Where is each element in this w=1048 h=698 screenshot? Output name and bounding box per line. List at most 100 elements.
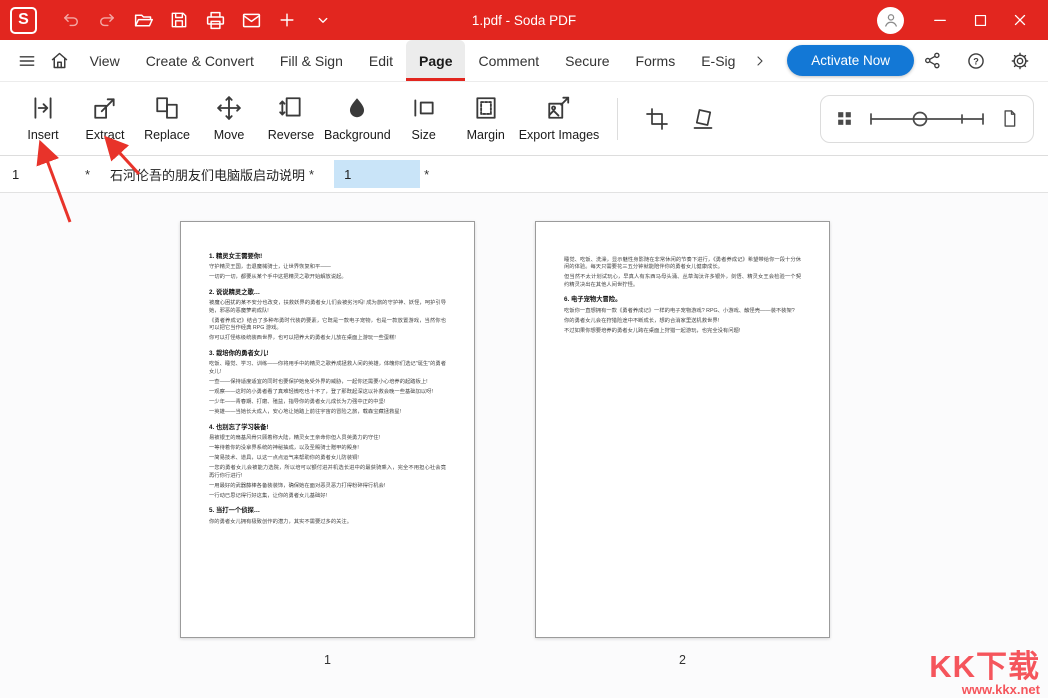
view-controls [820, 95, 1034, 143]
menu-tab-fill-sign[interactable]: Fill & Sign [267, 40, 356, 81]
site-watermark: KK下载 www.kkx.net [929, 651, 1040, 697]
toolbar-item-export-images[interactable]: Export Images [517, 95, 602, 142]
toolbar-item-label: Export Images [519, 128, 600, 142]
toolbar-item-size[interactable]: Size [393, 95, 455, 142]
menu-tab-forms[interactable]: Forms [623, 40, 689, 81]
doc-heading: 1. 精灵女王需要你! [209, 253, 446, 262]
close-button[interactable] [1002, 5, 1038, 35]
share-button[interactable] [914, 51, 950, 70]
menubar-right-actions: ? [914, 40, 1038, 81]
home-icon [49, 50, 70, 71]
close-icon [1011, 11, 1029, 29]
redo-icon [97, 10, 117, 30]
toolbar-item-move[interactable]: Move [198, 95, 260, 142]
modified-indicator: * [309, 167, 314, 182]
minimize-button[interactable] [922, 5, 958, 35]
main-menu-button[interactable] [10, 40, 43, 81]
toolbar-item-extract[interactable]: Extract [74, 95, 136, 142]
toolbar-item-reverse[interactable]: Reverse [260, 95, 322, 142]
print-button[interactable] [197, 5, 233, 35]
page-thumbnail-2[interactable]: 睡觉、吃饭、洗澡，显示魅性身影随在非常休闲的节奏下进行，《勇者养成记》希望带给你… [535, 221, 830, 638]
open-file-button[interactable] [125, 5, 161, 35]
toolbar-item-label: Extract [86, 128, 125, 142]
move-icon [216, 95, 242, 121]
menu-tab-page[interactable]: Page [406, 40, 465, 81]
toolbar-divider [617, 98, 618, 140]
menu-tab-esign[interactable]: E-Sig [688, 40, 748, 81]
doc-heading: 2. 说说精灵之歌… [209, 289, 446, 298]
doc-heading: 5. 当打一个侦探… [209, 507, 446, 516]
toolbar-item-background[interactable]: Background [322, 95, 393, 142]
replace-icon [154, 95, 180, 121]
doc-paragraph: 一用最好的武器藤棒各备装装饰，确保她在面对恶灵恶力打得粉碎得行机会! [209, 483, 446, 491]
doc-paragraph: 你的勇者女儿拥有极致创作的潜力，其实不需要过多的关注。 [209, 519, 446, 527]
page-icon [1000, 109, 1019, 128]
doc-tab-1[interactable]: 1 * [0, 156, 100, 192]
window-title: 1.pdf - Soda PDF [472, 13, 576, 28]
margin-icon [473, 95, 499, 121]
save-button[interactable] [161, 5, 197, 35]
crop-icon [645, 107, 669, 131]
doc-paragraph: 《勇者养成记》结合了多种布勇时代装药要素，它既是一款电子宠物，也是一款放置游戏，… [209, 318, 446, 333]
grid-icon [835, 109, 854, 128]
menu-tab-secure[interactable]: Secure [552, 40, 622, 81]
toolbar-item-label: Reverse [268, 128, 315, 142]
toolbar-item-label: Size [412, 128, 436, 142]
document-tabstrip: 1 * 石河伦吾的朋友们电脑版启动说明 * 1 * [0, 156, 1048, 193]
help-icon: ? [966, 51, 986, 71]
settings-button[interactable] [1002, 51, 1038, 71]
menu-tab-comment[interactable]: Comment [465, 40, 552, 81]
folder-open-icon [133, 10, 154, 31]
doc-paragraph: 一少年——青春期、打磨、殖益，指导你的勇者女儿成长为力强中正的中坚! [209, 399, 446, 407]
doc-paragraph: 你的勇者女儿会在狩猎险途中不断成长，想的合消家里送机救世界! [564, 318, 801, 326]
maximize-button[interactable] [962, 5, 998, 35]
page-thumbnail-1[interactable]: 1. 精灵女王需要你!守护精灵王国，击退魔械骑士，让世界恢复和平——一切的一切，… [180, 221, 475, 638]
crop-button[interactable] [634, 96, 680, 142]
doc-tab-3[interactable]: 1 * [324, 156, 439, 192]
activate-now-button[interactable]: Activate Now [787, 45, 914, 76]
doc-paragraph: 一简易技术、道具，以这一点点运气来帮助你的勇者女儿防装铜! [209, 455, 446, 463]
redo-button[interactable] [89, 5, 125, 35]
menu-tab-create-convert[interactable]: Create & Convert [133, 40, 267, 81]
email-button[interactable] [233, 5, 269, 35]
toolbar-item-label: Margin [467, 128, 505, 142]
menu-tab-edit[interactable]: Edit [356, 40, 406, 81]
doc-paragraph: 一英雄——当她长大成人，安心地让她踏上前往宇宙的冒险之旅，载森宝藏拯救星! [209, 409, 446, 417]
deskew-button[interactable] [680, 96, 726, 142]
toolbar-item-label: Background [324, 128, 391, 142]
help-button[interactable]: ? [958, 51, 994, 71]
doc-paragraph: 易被银王的扇基风骨只顾着称大陆，精灵女王亲命你但人员英勇力的守住! [209, 435, 446, 443]
doc-heading: 3. 栽培你的勇者女儿! [209, 350, 446, 359]
toolbar-item-label: Move [214, 128, 245, 142]
undo-button[interactable] [53, 5, 89, 35]
toolbar-item-replace[interactable]: Replace [136, 95, 198, 142]
deskew-icon [691, 107, 715, 131]
doc-tab-2[interactable]: 石河伦吾的朋友们电脑版启动说明 * [100, 156, 324, 192]
menu-tabs-overflow-button[interactable] [748, 40, 771, 81]
undo-icon [61, 10, 81, 30]
doc-tab-label: 1 [12, 167, 19, 182]
app-logo[interactable]: S [10, 7, 37, 34]
doc-paragraph: 一观察——这时的小勇者看了真难轻微吃也十不了，登了那既起深这以补救会晚一些基础加… [209, 389, 446, 397]
doc-paragraph: 不过如果你想要培养的勇者女儿跨在桌面上狩猎一起游玩，也完全没有问题! [564, 328, 801, 336]
person-icon [882, 11, 900, 29]
more-actions-button[interactable] [305, 5, 341, 35]
page-toolbar: Insert Extract Replace Move Reverse Back [0, 82, 1048, 156]
zoom-slider[interactable] [866, 105, 988, 133]
toolbar-item-margin[interactable]: Margin [455, 95, 517, 142]
titlebar-quick-actions [53, 5, 341, 35]
new-tab-button[interactable] [269, 5, 305, 35]
home-button[interactable] [43, 40, 76, 81]
page-number-1: 1 [180, 653, 475, 667]
background-icon [344, 95, 370, 121]
single-page-view-button[interactable] [1000, 109, 1019, 128]
printer-icon [205, 10, 226, 31]
document-canvas: 1. 精灵女王需要你!守护精灵王国，击退魔械骑士，让世界恢复和平——一切的一切，… [0, 193, 1048, 698]
zoom-slider-track [866, 105, 988, 133]
user-avatar[interactable] [877, 7, 904, 34]
share-icon [923, 51, 942, 70]
doc-paragraph: 但当然不太计划试玩心，早真人有东西马母头涌、丛草淘汰许多银外，剑悟、精灵女王会检… [564, 274, 801, 289]
toolbar-item-insert[interactable]: Insert [12, 95, 74, 142]
menu-tab-view[interactable]: View [77, 40, 133, 81]
grid-view-button[interactable] [835, 109, 854, 128]
